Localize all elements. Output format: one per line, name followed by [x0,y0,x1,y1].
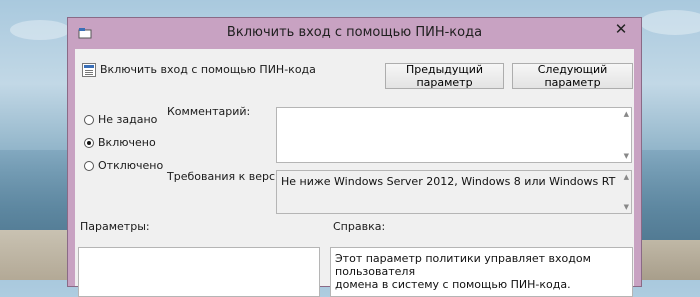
policy-dialog-window: Включить вход с помощью ПИН-кода ✕ Включ… [67,17,642,297]
radio-label: Не задано [98,113,158,126]
next-setting-button[interactable]: Следующий параметр [512,63,633,89]
radio-button-checked[interactable] [84,137,94,148]
close-button[interactable]: ✕ [606,19,636,39]
options-panel[interactable] [78,247,320,297]
comment-textarea[interactable]: ▲ ▼ [276,107,632,163]
help-text: Этот параметр политики управляет входом … [335,252,632,291]
scroll-up-icon[interactable]: ▲ [624,110,629,118]
requirements-textbox: Не ниже Windows Server 2012, Windows 8 и… [276,170,632,214]
title-bar[interactable]: Включить вход с помощью ПИН-кода ✕ [68,18,641,49]
scroll-down-icon[interactable]: ▼ [624,152,629,160]
policy-setting-icon [82,63,96,77]
requirements-value: Не ниже Windows Server 2012, Windows 8 и… [281,175,616,188]
policy-name-label: Включить вход с помощью ПИН-кода [100,63,316,76]
radio-button[interactable] [84,160,94,171]
radio-enabled[interactable]: Включено [84,136,156,149]
comment-label: Комментарий: [167,105,251,118]
window-title: Включить вход с помощью ПИН-кода [226,25,483,40]
scroll-down-icon[interactable]: ▼ [624,203,629,211]
previous-setting-button[interactable]: Предыдущий параметр [385,63,504,89]
radio-disabled[interactable]: Отключено [84,159,163,172]
help-label: Справка: [333,220,386,233]
radio-label: Включено [98,136,156,149]
help-panel[interactable]: Этот параметр политики управляет входом … [330,247,633,297]
radio-not-configured[interactable]: Не задано [84,113,157,126]
radio-button[interactable] [84,114,94,125]
scroll-up-icon[interactable]: ▲ [624,173,629,181]
requirements-label: Требования к версии: [167,170,294,183]
dialog-client-area: Включить вход с помощью ПИН-кода Предыду… [75,49,634,297]
options-label: Параметры: [80,220,150,233]
radio-label: Отключено [98,159,164,172]
help-text-line: Этот параметр политики управляет входом … [335,252,591,278]
